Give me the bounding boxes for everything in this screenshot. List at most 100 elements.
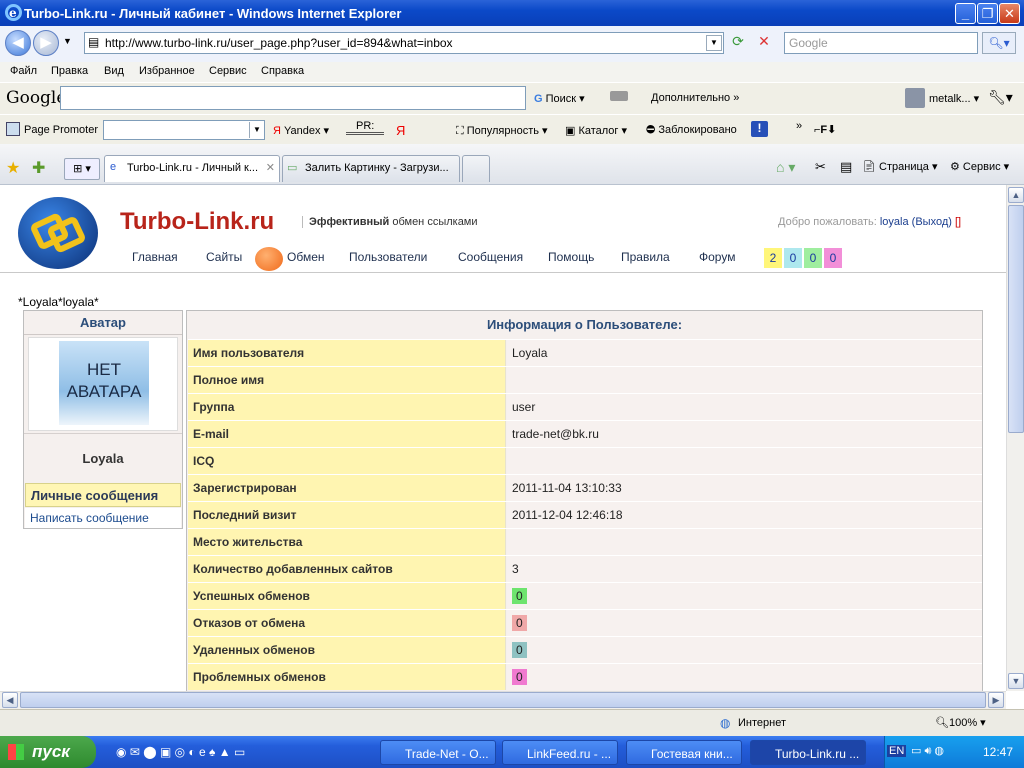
vertical-scrollbar[interactable]: ▲ ▼ (1006, 185, 1024, 691)
quick-tabs-icon[interactable]: ⊞ ▾ (64, 158, 100, 180)
scroll-down-icon[interactable]: ▼ (1008, 673, 1024, 689)
task-guestbook[interactable]: Гостевая кни... (626, 740, 742, 765)
private-messages-link[interactable]: Личные сообщения (25, 483, 181, 507)
history-dropdown-icon[interactable]: ▼ (63, 36, 72, 46)
yandex-menu[interactable]: Я Yandex ▾ (273, 124, 329, 137)
info-label: Место жительства (188, 529, 506, 555)
task-turbo-link[interactable]: Turbo-Link.ru ... (750, 740, 866, 765)
tab-turbo-link[interactable]: e Turbo-Link.ru - Личный к... ✕ (104, 155, 280, 182)
avatar-panel: Аватар НЕТ АВАТАРА Loyala Личные сообщени… (23, 310, 183, 529)
more-button[interactable]: Дополнительно » (651, 92, 739, 104)
overflow-chevron-icon[interactable]: » (796, 120, 802, 132)
blocked-indicator[interactable]: ⛔︎ Заблокировано (646, 124, 737, 137)
info-value: 0 (507, 637, 982, 663)
nav-exchange[interactable]: Обмен (287, 250, 325, 264)
horizontal-scrollbar[interactable]: ◀ ▶ (0, 691, 1006, 709)
page-icon: ▤ (88, 35, 100, 49)
no-avatar-image: НЕТ АВАТАРА (59, 341, 149, 425)
menu-file[interactable]: Файл (10, 65, 37, 77)
ie-page-icon: e (110, 161, 117, 173)
task-linkfeed[interactable]: LinkFeed.ru - ... (502, 740, 618, 765)
nav-rules[interactable]: Правила (621, 250, 670, 264)
taskbar: пуск ◉ ✉ ⬤ ▣ ◎ ◐ e ♠ ▲ ▭ Trade-Net - О..… (0, 736, 1024, 768)
address-dropdown-icon[interactable]: ▼ (706, 35, 722, 51)
logout-link[interactable]: (Выход) (912, 216, 952, 228)
nav-forum[interactable]: Форум (699, 250, 735, 264)
menu-tools[interactable]: Сервис (209, 65, 247, 77)
info-row: Последний визит 2011-12-04 12:46:18 (188, 501, 982, 528)
search-input[interactable]: Google (784, 32, 978, 54)
refresh-icon[interactable]: ⟳ (728, 33, 748, 53)
language-indicator[interactable]: EN (887, 745, 907, 757)
minimize-button[interactable]: _ (955, 3, 976, 24)
scroll-right-icon[interactable]: ▶ (988, 692, 1004, 708)
menu-view[interactable]: Вид (104, 65, 124, 77)
back-button[interactable]: ◀ (5, 30, 31, 56)
address-field[interactable]: ▤ http://www.turbo-link.ru/user_page.php… (84, 32, 724, 54)
title-bar: e Turbo-Link.ru - Личный кабинет - Windo… (0, 0, 1024, 26)
home-icon[interactable]: ⌂ ▾ (776, 159, 795, 176)
info-value: user (507, 394, 982, 420)
info-value-text: trade-net@bk.ru (512, 427, 599, 441)
favorites-star-icon[interactable]: ★ (6, 158, 20, 178)
info-value: 0 (507, 610, 982, 636)
extension-logo-icon[interactable]: ⌐F⬇ (814, 123, 836, 136)
write-message-link[interactable]: Написать сообщение (25, 508, 181, 528)
menu-edit[interactable]: Правка (51, 65, 88, 77)
alert-icon[interactable]: ! (751, 121, 768, 137)
new-tab-button[interactable] (462, 155, 490, 182)
info-label: Зарегистрирован (188, 475, 506, 501)
welcome-user-link[interactable]: loyala (880, 216, 909, 228)
info-value-text: 0 (512, 669, 527, 685)
counter-badge[interactable]: 0 (804, 248, 822, 268)
nav-messages[interactable]: Сообщения (458, 250, 523, 264)
popularity-menu[interactable]: ⛶ Популярность ▾ (456, 124, 548, 138)
user-info-table: Информация о Пользователе: Имя пользоват… (186, 310, 983, 691)
print-icon[interactable]: ▤ (840, 159, 852, 175)
promoter-input[interactable]: ▼ (103, 120, 265, 140)
hscroll-thumb[interactable] (20, 692, 986, 708)
nav-sites[interactable]: Сайты (206, 250, 242, 264)
info-row: Имя пользователя Loyala (188, 339, 982, 366)
counter-badge[interactable]: 0 (824, 248, 842, 268)
page-promoter-toolbar: Page Promoter ▼ Я Yandex ▾ PR: Я ⛶ Попул… (0, 114, 1024, 144)
zoom-control[interactable]: 🔍︎100% ▾ (935, 716, 986, 729)
toolbar-options-icon[interactable] (610, 91, 628, 101)
wrench-icon[interactable]: 🔧︎▾ (988, 89, 1013, 106)
scroll-thumb[interactable] (1008, 205, 1024, 433)
info-value (507, 448, 982, 474)
nav-help[interactable]: Помощь (548, 250, 594, 264)
close-button[interactable]: ✕ (999, 3, 1020, 24)
google-search-button[interactable]: G Поиск ▾ (534, 92, 585, 105)
menu-favorites[interactable]: Избранное (139, 65, 195, 77)
quicklaunch-icons[interactable]: ◉ ✉ ⬤ ▣ ◎ ◐ e ♠ ▲ ▭ (116, 745, 245, 759)
add-favorite-icon[interactable]: ✚ (32, 158, 45, 178)
info-label: Последний визит (188, 502, 506, 528)
clock: 12:47 (983, 745, 1014, 759)
counter-badge[interactable]: 0 (784, 248, 802, 268)
info-value: 0 (507, 664, 982, 690)
tools-menu[interactable]: ⚙ Сервис ▾ (950, 160, 1009, 173)
search-go-icon[interactable]: 🔍︎▾ (982, 32, 1016, 54)
counter-badge[interactable]: 2 (764, 248, 782, 268)
scroll-up-icon[interactable]: ▲ (1008, 187, 1024, 203)
research-icon[interactable]: ✂ (815, 159, 826, 175)
nav-users[interactable]: Пользователи (349, 250, 427, 264)
tab-upload-image[interactable]: ▭ Залить Картинку - Загрузи... (282, 155, 460, 182)
site-brand[interactable]: Turbo-Link.ru (120, 208, 274, 236)
menu-help[interactable]: Справка (261, 65, 304, 77)
start-button[interactable]: пуск (0, 736, 96, 768)
globe-icon: ◍ (720, 716, 731, 730)
maximize-button[interactable]: ❐ (977, 3, 998, 24)
scroll-left-icon[interactable]: ◀ (2, 692, 18, 708)
google-search-input[interactable] (60, 86, 526, 110)
tray-icons[interactable]: ▭ 🔊︎ ◍ (911, 744, 944, 758)
stop-icon[interactable]: ✕ (754, 33, 774, 53)
task-trade-net[interactable]: Trade-Net - О... (380, 740, 496, 765)
page-menu[interactable]: 📄︎ Страница ▾ (862, 160, 937, 173)
nav-home[interactable]: Главная (132, 250, 178, 264)
catalog-menu[interactable]: ▣ Каталог ▾ (565, 124, 627, 137)
forward-button[interactable]: ▶ (33, 30, 59, 56)
user-menu[interactable]: metalk... ▾ (929, 92, 979, 105)
address-url: http://www.turbo-link.ru/user_page.php?u… (105, 36, 453, 50)
